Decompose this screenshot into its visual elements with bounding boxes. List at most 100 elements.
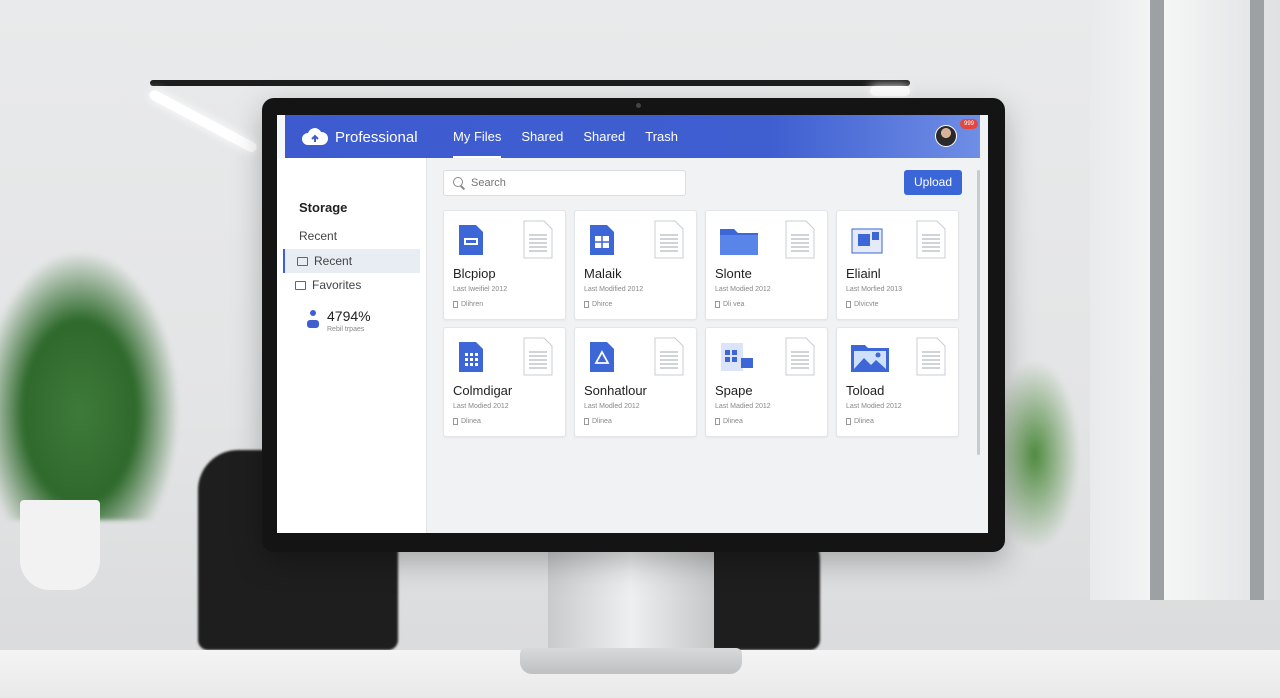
document-preview-icon: [916, 337, 946, 376]
document-preview-icon: [785, 220, 815, 259]
small-doc-icon: [715, 418, 720, 425]
file-owner-name: Dlinea: [854, 418, 874, 425]
brand[interactable]: Professional: [301, 125, 418, 149]
window-mullion: [1150, 0, 1164, 600]
file-card[interactable]: Spape Last Madied 2012 Dlinea: [705, 327, 828, 437]
app-header: Professional My Files Shared Shared Tras…: [285, 115, 980, 158]
document-preview-icon: [654, 337, 684, 376]
search-bar[interactable]: [443, 170, 686, 196]
file-owner-name: Dhirce: [592, 301, 613, 308]
file-name: Eliainl: [846, 266, 881, 281]
window: [1090, 0, 1280, 600]
file-name: Malaik: [584, 266, 622, 281]
cloud-icon: [302, 128, 329, 145]
light-glow: [147, 88, 259, 154]
folder-icon: [719, 223, 758, 257]
avatar[interactable]: [935, 125, 957, 147]
sidebar-title: Storage: [299, 200, 348, 215]
folder-icon: [295, 280, 306, 290]
camera-icon: [636, 103, 641, 108]
doc-icon: [457, 223, 485, 257]
image-icon: [850, 340, 889, 374]
sidebar-item-recent[interactable]: Recent: [283, 249, 420, 273]
storage-icon: [307, 308, 319, 334]
file-name: Slonte: [715, 266, 752, 281]
main-nav: My Files Shared Shared Trash: [453, 115, 678, 158]
file-name: Toload: [846, 383, 885, 398]
file-card[interactable]: Blcpiop Last Iweifiel 2012 Dlihren: [443, 210, 566, 320]
file-modified: Last Modied 2012: [846, 403, 902, 410]
ceiling-light: [150, 80, 910, 86]
notification-badge: 999: [960, 119, 978, 129]
file-owner-name: Dlinea: [723, 418, 743, 425]
tab-trash[interactable]: Trash: [645, 115, 678, 158]
document-preview-icon: [654, 220, 684, 259]
small-doc-icon: [584, 301, 589, 308]
file-card[interactable]: Eliainl Last Morfied 2013 Dlvicvte: [836, 210, 959, 320]
file-card[interactable]: Colmdigar Last Modied 2012 Dlinea: [443, 327, 566, 437]
file-modified: Last Morfied 2013: [846, 286, 903, 293]
small-doc-icon: [846, 301, 851, 308]
scrollbar[interactable]: [977, 170, 980, 455]
form-icon: [850, 223, 883, 257]
document-preview-icon: [523, 220, 553, 259]
file-modified: Last Modified 2012: [584, 286, 644, 293]
search-input[interactable]: [471, 177, 671, 189]
storage-usage: 4794% Rebil trpaes: [307, 308, 371, 334]
slides-icon: [719, 340, 753, 374]
storage-value: 4794%: [327, 308, 371, 324]
storage-label: Rebil trpaes: [327, 326, 365, 333]
brand-name: Professional: [335, 128, 418, 146]
file-owner-name: Dli vea: [723, 301, 745, 308]
screen: Professional My Files Shared Shared Tras…: [277, 115, 988, 533]
file-owner-name: Dlihren: [461, 301, 484, 308]
sidebar-item-favorites[interactable]: Favorites: [283, 273, 420, 297]
file-owner: Dlihren: [453, 301, 483, 308]
plant-pot: [20, 500, 100, 590]
monitor-stand: [548, 548, 714, 658]
tab-shared-2[interactable]: Shared: [583, 115, 625, 158]
small-doc-icon: [453, 301, 458, 308]
small-doc-icon: [453, 418, 458, 425]
file-owner: Dhirce: [584, 301, 612, 308]
document-preview-icon: [785, 337, 815, 376]
file-owner-name: Dlinea: [461, 418, 481, 425]
folder-icon: [297, 256, 308, 266]
window-mullion: [1250, 0, 1264, 600]
grid-doc-icon: [457, 340, 485, 374]
file-name: Colmdigar: [453, 383, 513, 398]
file-owner-name: Dlvicvte: [854, 301, 879, 308]
file-modified: Last Modled 2012: [584, 403, 640, 410]
file-owner: Dlinea: [584, 418, 612, 425]
file-card[interactable]: Toload Last Modied 2012 Dlinea: [836, 327, 959, 437]
file-modified: Last Modied 2012: [715, 286, 771, 293]
file-modified: Last Madied 2012: [715, 403, 771, 410]
file-owner: Dlvicvte: [846, 301, 879, 308]
sidebar: Storage Recent Recent Favorites 4794% Re…: [277, 158, 427, 533]
plant: [0, 250, 180, 520]
file-modified: Last Modied 2012: [453, 403, 509, 410]
tab-my-files[interactable]: My Files: [453, 115, 502, 158]
file-grid: Blcpiop Last Iweifiel 2012 Dlihren Malaik La…: [443, 210, 963, 437]
file-card[interactable]: Sonhatlour Last Modled 2012 Dlinea: [574, 327, 697, 437]
monitor-base: [520, 648, 742, 674]
file-name: Blcpiop: [453, 266, 496, 281]
file-name: Spape: [715, 383, 753, 398]
file-owner: Dli vea: [715, 301, 744, 308]
small-doc-icon: [715, 301, 720, 308]
file-card[interactable]: Slonte Last Modied 2012 Dli vea: [705, 210, 828, 320]
light-glow: [870, 86, 910, 96]
file-name: Sonhatlour: [584, 383, 647, 398]
file-card[interactable]: Malaik Last Modified 2012 Dhirce: [574, 210, 697, 320]
sheet-icon: [588, 223, 616, 257]
drive-doc-icon: [588, 340, 616, 374]
file-owner: Dlinea: [453, 418, 481, 425]
tab-shared[interactable]: Shared: [521, 115, 563, 158]
document-preview-icon: [916, 220, 946, 259]
upload-button[interactable]: Upload: [904, 170, 962, 195]
document-preview-icon: [523, 337, 553, 376]
sidebar-item-label: Favorites: [312, 278, 362, 292]
file-owner-name: Dlinea: [592, 418, 612, 425]
sidebar-recent-heading[interactable]: Recent: [299, 229, 337, 243]
file-owner: Dlinea: [846, 418, 874, 425]
